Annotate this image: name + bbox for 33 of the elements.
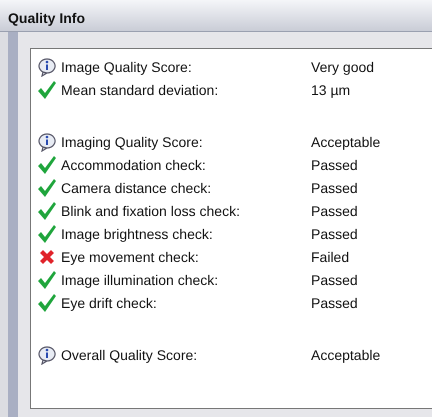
row-value: Passed [311, 202, 359, 218]
check-mark-icon [37, 80, 57, 100]
info-balloon-icon [37, 56, 57, 76]
row-label: Imaging Quality Score: [61, 134, 204, 150]
check-mark-icon [37, 224, 57, 244]
row-value: Passed [311, 156, 359, 172]
check-mark-icon [37, 154, 57, 174]
window-title: Quality Info [8, 10, 85, 26]
row-label: Blink and fixation loss check: [61, 202, 241, 218]
check-mark-icon [37, 200, 57, 220]
row-label: Mean standard deviation: [61, 82, 220, 98]
row-label: Camera distance check: [61, 180, 212, 196]
check-mark-icon [37, 292, 57, 312]
row-label: Image Quality Score: [61, 58, 193, 74]
check-mark-icon [37, 270, 57, 290]
row-value: Acceptable [311, 346, 382, 362]
row-value: Passed [311, 272, 359, 288]
row-value: Acceptable [311, 134, 382, 150]
row-value: Passed [311, 294, 359, 310]
row-label: Eye movement check: [61, 248, 200, 264]
row-value: Passed [311, 226, 359, 242]
row-value: Very good [311, 58, 376, 74]
row-label: Eye drift check: [61, 294, 158, 310]
row-label: Image brightness check: [61, 226, 214, 242]
info-balloon-icon [37, 344, 57, 364]
row-value: Failed [311, 248, 350, 264]
row-value: Passed [311, 180, 359, 196]
check-mark-icon [37, 178, 57, 198]
info-balloon-icon [37, 132, 57, 152]
row-value: 13 µm [311, 82, 352, 98]
row-label: Overall Quality Score: [61, 346, 198, 362]
row-label: Image illumination check: [61, 272, 220, 288]
row-label: Accommodation check: [61, 156, 207, 172]
